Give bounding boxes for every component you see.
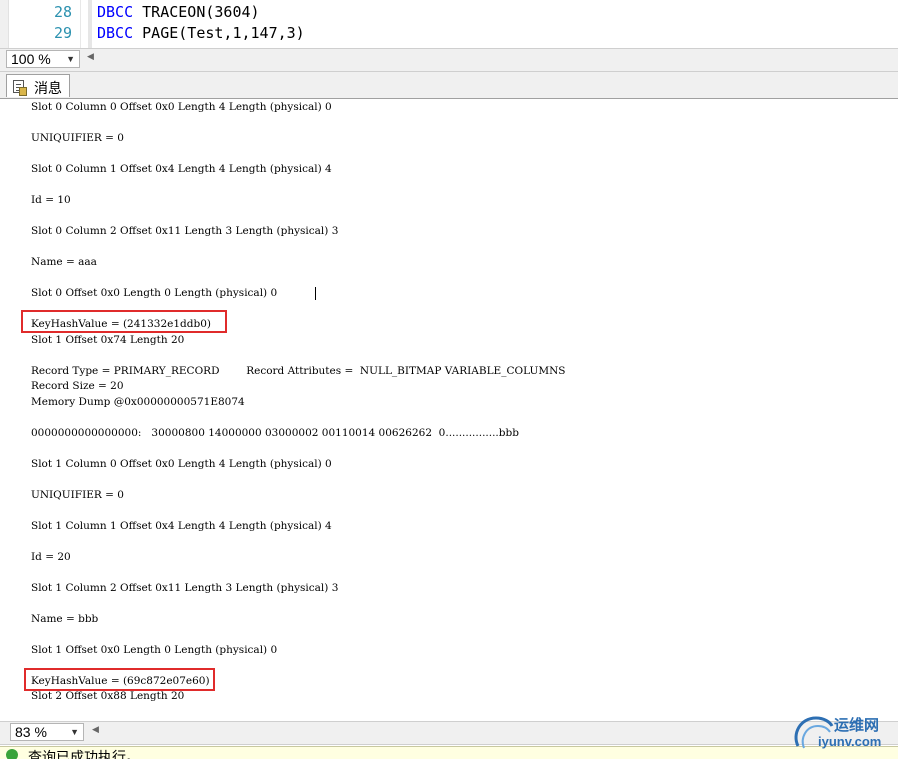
zoom-value: 83 % <box>15 724 47 740</box>
messages-pane[interactable]: Slot 0 Column 0 Offset 0x0 Length 4 Leng… <box>0 99 898 721</box>
line-number: 28 <box>53 3 72 21</box>
message-line: Slot 1 Offset 0x74 Length 20 <box>31 334 185 346</box>
message-line: Slot 1 Offset 0x0 Length 0 Length (physi… <box>31 644 278 656</box>
code-rest: TRACEON(3604) <box>142 3 260 21</box>
key-hash-highlight-box <box>21 310 227 333</box>
message-line: Slot 0 Column 1 Offset 0x4 Length 4 Leng… <box>31 163 332 175</box>
status-text: 查询已成功执行。 <box>28 749 140 759</box>
line-number: 29 <box>53 24 72 42</box>
message-line: Name = aaa <box>31 256 97 268</box>
code-text[interactable]: DBCC TRACEON(3604) <box>97 3 260 21</box>
message-line: Record Type = PRIMARY_RECORD Record Attr… <box>31 365 566 377</box>
message-line: Slot 0 Column 0 Offset 0x0 Length 4 Leng… <box>31 101 332 113</box>
message-line: Memory Dump @0x00000000571E8074 <box>31 396 245 408</box>
dropdown-arrow-icon[interactable]: ▼ <box>66 51 75 67</box>
message-line: UNIQUIFIER = 0 <box>31 132 124 144</box>
tab-messages[interactable]: 消息 <box>6 74 70 97</box>
editor-zoom-bar: 100 % ▼ ◀ <box>0 48 898 72</box>
scroll-left-arrow-icon[interactable]: ◀ <box>87 51 94 62</box>
query-editor[interactable]: 28 DBCC TRACEON(3604) 29 DBCC PAGE(Test,… <box>0 0 898 48</box>
code-line[interactable]: 28 DBCC TRACEON(3604) <box>0 3 898 24</box>
dropdown-arrow-icon[interactable]: ▼ <box>70 724 79 740</box>
message-line: Slot 0 Column 2 Offset 0x11 Length 3 Len… <box>31 225 339 237</box>
tab-messages-label: 消息 <box>34 80 62 96</box>
message-line: Slot 0 Offset 0x0 Length 0 Length (physi… <box>31 287 278 299</box>
message-line: Name = bbb <box>31 613 99 625</box>
horizontal-scrollbar[interactable] <box>100 52 898 66</box>
key-hash-highlight-box <box>24 668 215 691</box>
results-tab-strip: 消息 <box>0 72 898 99</box>
code-rest: PAGE(Test,1,147,3) <box>142 24 305 42</box>
message-line: 0000000000000000: 30000800 14000000 0300… <box>31 427 519 439</box>
text-caret <box>315 287 316 300</box>
message-line: Slot 1 Column 2 Offset 0x11 Length 3 Len… <box>31 582 339 594</box>
message-line: Slot 1 Column 0 Offset 0x0 Length 4 Leng… <box>31 458 332 470</box>
editor-zoom-select[interactable]: 100 % ▼ <box>6 50 80 68</box>
messages-icon <box>13 80 27 96</box>
results-zoom-select[interactable]: 83 % ▼ <box>10 723 84 741</box>
code-keyword: DBCC <box>97 3 134 21</box>
watermark-domain: iyunv.com <box>818 734 882 749</box>
results-zoom-bar: 83 % ▼ ◀ <box>0 721 898 745</box>
scroll-left-arrow-icon[interactable]: ◀ <box>92 724 99 735</box>
horizontal-scrollbar[interactable] <box>104 725 898 739</box>
code-keyword: DBCC <box>97 24 134 42</box>
message-line: Id = 10 <box>31 194 71 206</box>
message-line: Slot 2 Offset 0x88 Length 20 <box>31 690 185 702</box>
message-line: Record Size = 20 <box>31 380 124 392</box>
code-line[interactable]: 29 DBCC PAGE(Test,1,147,3) <box>0 24 898 45</box>
message-line: UNIQUIFIER = 0 <box>31 489 124 501</box>
site-watermark: 运维网 iyunv.com <box>790 710 898 754</box>
watermark-title: 运维网 <box>834 717 880 734</box>
query-status-bar: 查询已成功执行。 <box>0 746 898 759</box>
zoom-value: 100 % <box>11 51 51 67</box>
message-line: Slot 1 Column 1 Offset 0x4 Length 4 Leng… <box>31 520 332 532</box>
message-line: Id = 20 <box>31 551 71 563</box>
code-text[interactable]: DBCC PAGE(Test,1,147,3) <box>97 24 305 42</box>
